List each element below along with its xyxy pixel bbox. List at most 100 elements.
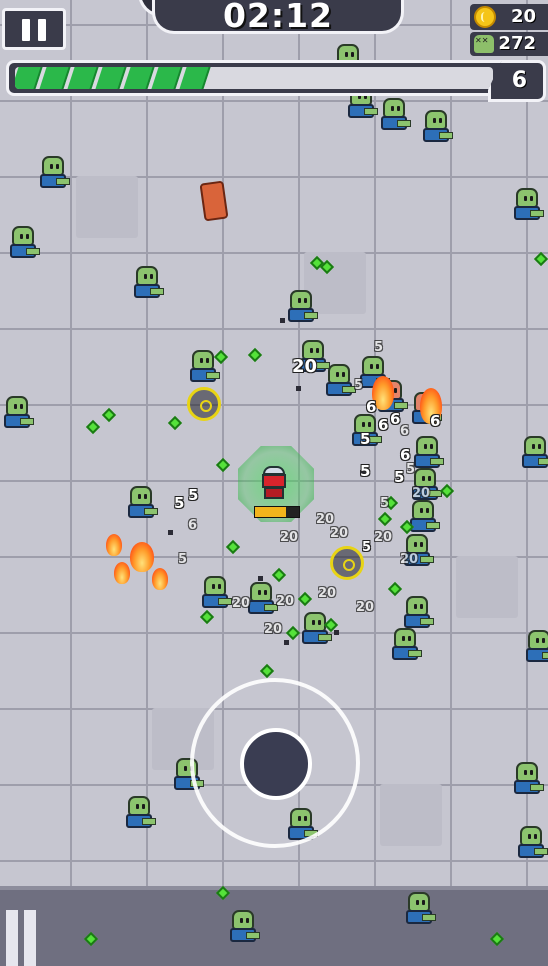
xp-gem [167, 415, 183, 431]
damage-number: 6 [378, 416, 389, 434]
damage-number: 20 [280, 530, 299, 545]
damage-number: 5 [380, 496, 390, 511]
zombie-enemy [514, 188, 544, 222]
damage-number: 5 [354, 378, 364, 393]
xp-gem [439, 483, 455, 499]
zombie-enemy [423, 110, 453, 144]
zombie-enemy [326, 364, 356, 398]
xp-gem [247, 347, 263, 363]
road-marking [6, 910, 18, 966]
zombie-enemy [392, 628, 422, 662]
zombie-enemy [514, 762, 544, 796]
level-number: 6 [511, 68, 527, 93]
fire-effect [106, 534, 122, 556]
damage-number: 20 [292, 356, 318, 377]
zombie-enemy [381, 98, 411, 132]
target-reticle [330, 546, 364, 580]
damage-number: 20 [374, 530, 393, 545]
damage-number: 5 [406, 462, 416, 477]
game-arena[interactable]: 20 5 5 6 6 6 6 6 5 5 5 5 6 5 5 20 20 20 … [0, 0, 548, 966]
zombie-enemy [410, 500, 440, 534]
xp-segment [123, 67, 155, 89]
level-badge: 6 [488, 60, 546, 102]
xp-gem [271, 567, 287, 583]
xp-gem [259, 663, 275, 679]
coin-count: 20 [510, 6, 536, 27]
damage-number: 6 [390, 410, 401, 428]
road-marking [24, 910, 36, 966]
damage-number: 20 [316, 512, 335, 527]
damage-number: 20 [400, 552, 419, 567]
xp-segment [151, 67, 183, 89]
damage-number: 6 [400, 424, 410, 439]
joystick-knob[interactable] [240, 728, 312, 800]
zombie-enemy [10, 226, 40, 260]
floor-plate [456, 556, 518, 618]
damage-number: 6 [366, 398, 377, 416]
xp-gem [533, 251, 548, 267]
zombie-enemy [522, 436, 548, 470]
fire-effect [152, 568, 168, 590]
pause-button[interactable] [2, 8, 66, 50]
kill-counter: 272 [470, 32, 548, 56]
xp-gem [225, 539, 241, 555]
xp-fill [15, 67, 211, 89]
fire-effect [114, 562, 130, 584]
zombie-enemy [126, 796, 156, 830]
skull-icon [474, 35, 494, 53]
zombie-enemy [404, 596, 434, 630]
debris-particle [258, 576, 263, 581]
coin-counter: 20 [470, 4, 548, 30]
game-timer: 02:12 [222, 0, 334, 35]
xp-segment [39, 67, 71, 89]
zombie-enemy [414, 436, 444, 470]
xp-gem [297, 591, 313, 607]
player-health-fill [255, 507, 286, 517]
xp-gem [387, 581, 403, 597]
xp-gem [377, 511, 393, 527]
kill-count: 272 [498, 33, 536, 54]
xp-gem [215, 457, 231, 473]
zombie-enemy [248, 582, 278, 616]
damage-number: 20 [264, 622, 283, 637]
fire-effect [130, 542, 154, 572]
xp-gem [285, 625, 301, 641]
target-reticle [187, 387, 221, 421]
debris-particle [334, 630, 339, 635]
damage-number: 20 [412, 486, 431, 501]
damage-number: 5 [362, 540, 372, 555]
zombie-enemy [128, 486, 158, 520]
zombie-enemy [406, 892, 436, 926]
coin-icon [474, 6, 496, 28]
timer-panel: 02:12 [152, 0, 404, 35]
xp-segment [95, 67, 127, 89]
zombie-enemy [4, 396, 34, 430]
zombie-enemy [230, 910, 260, 944]
zombie-enemy [190, 350, 220, 384]
xp-gem [199, 609, 215, 625]
damage-number: 6 [430, 412, 441, 430]
xp-gem [85, 419, 101, 435]
zombie-enemy [526, 630, 548, 664]
xp-segment [67, 67, 99, 89]
xp-gem [213, 349, 229, 365]
damage-number: 20 [330, 526, 349, 541]
crate-item [199, 180, 229, 222]
damage-number: 5 [360, 430, 371, 448]
damage-number: 5 [360, 462, 371, 480]
zombie-enemy [288, 290, 318, 324]
xp-bar: 6 [6, 60, 546, 102]
xp-segment [15, 67, 43, 89]
debris-particle [284, 640, 289, 645]
damage-number: 5 [374, 340, 384, 355]
damage-number: 6 [188, 518, 198, 533]
player-health-bar [254, 506, 300, 518]
xp-gem [101, 407, 117, 423]
damage-number: 20 [356, 600, 375, 615]
debris-particle [296, 386, 301, 391]
damage-number: 5 [178, 552, 188, 567]
damage-number: 20 [276, 594, 295, 609]
zombie-enemy [202, 576, 232, 610]
debris-particle [168, 530, 173, 535]
debris-particle [280, 318, 285, 323]
